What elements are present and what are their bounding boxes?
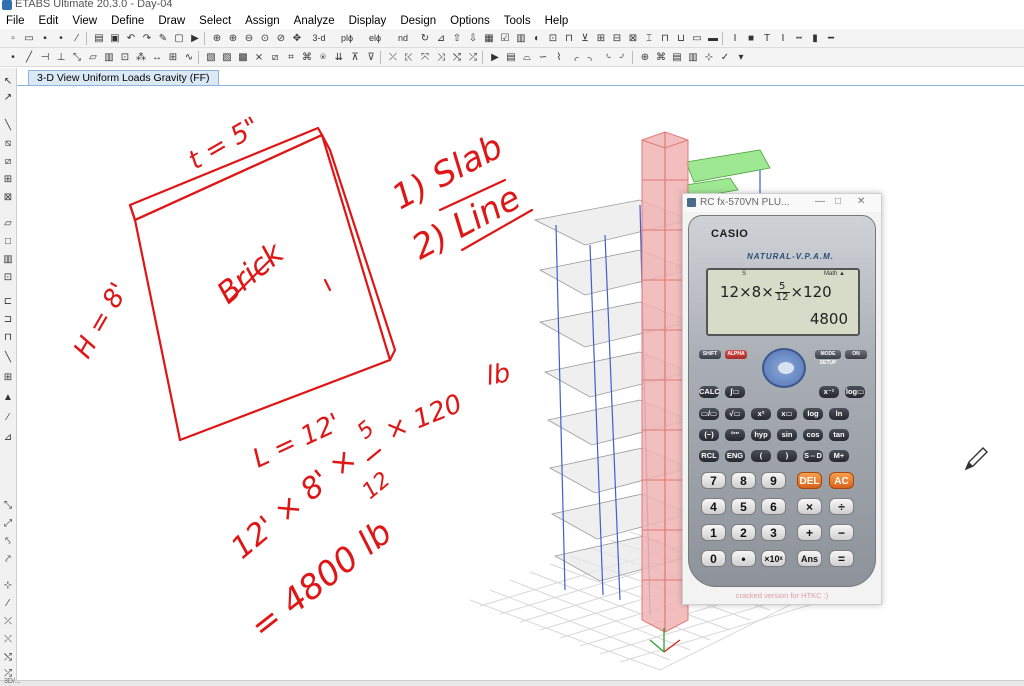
digit-4-key[interactable]: 4 xyxy=(701,498,726,515)
expression-suffix: ×120 xyxy=(790,283,832,301)
minus-key[interactable]: − xyxy=(829,524,854,541)
ln-key[interactable]: ln xyxy=(829,408,849,420)
equals-key[interactable]: = xyxy=(829,550,854,567)
brick-note: Brick xyxy=(211,235,292,311)
integral-key[interactable]: ∫▭ xyxy=(725,386,745,398)
recall-key[interactable]: RCL xyxy=(699,450,719,462)
delete-key[interactable]: DEL xyxy=(797,472,822,489)
tan-key[interactable]: tan xyxy=(829,429,849,441)
etabs-window: { "window": { "title": "ETABS Ultimate 2… xyxy=(0,0,1024,686)
fraction-denominator: 12 xyxy=(775,292,789,303)
calculator-brand: CASIO xyxy=(711,228,749,240)
close-icon[interactable]: ✕ xyxy=(857,196,865,207)
digit-7-key[interactable]: 7 xyxy=(701,472,726,489)
divide-key[interactable]: ÷ xyxy=(829,498,854,515)
multiply-key[interactable]: × xyxy=(797,498,822,515)
digit-3-key[interactable]: 3 xyxy=(761,524,786,541)
calculator-footer: cracked version for HTKC :) xyxy=(735,591,829,600)
math-indicator: Math ▲ xyxy=(824,271,845,277)
all-clear-key[interactable]: AC xyxy=(829,472,854,489)
s-to-d-key[interactable]: S⇔D xyxy=(803,450,823,462)
replay-center[interactable] xyxy=(778,362,794,374)
digit-5-key[interactable]: 5 xyxy=(731,498,756,515)
exponent-key[interactable]: ×10ˣ xyxy=(761,550,786,567)
minimize-icon[interactable]: — xyxy=(815,196,825,207)
status-bar: 3D/... xyxy=(0,678,1024,686)
green-slab-patches xyxy=(685,149,771,199)
inverse-key[interactable]: x⁻¹ xyxy=(819,386,839,398)
cos-key[interactable]: cos xyxy=(803,429,823,441)
digit-9-key[interactable]: 9 xyxy=(761,472,786,489)
calc-key[interactable]: CALC xyxy=(699,386,720,398)
shift-key[interactable]: SHIFT xyxy=(699,350,721,359)
sin-key[interactable]: sin xyxy=(777,429,797,441)
maximize-icon[interactable]: □ xyxy=(835,196,841,207)
calculator-body: CASIO NATURAL-V.P.A.M. S Math ▲ 12×8× 5 12… xyxy=(688,215,876,587)
digit-2-key[interactable]: 2 xyxy=(731,524,756,541)
log-base-key[interactable]: log▭ xyxy=(845,386,865,398)
sqrt-key[interactable]: √▭ xyxy=(725,408,745,420)
shift-indicator: S xyxy=(742,271,747,277)
digit-6-key[interactable]: 6 xyxy=(761,498,786,515)
mode-key[interactable]: MODE SETUP xyxy=(815,350,841,366)
calculator-window[interactable]: RC fx-570VN PLU... — □ ✕ CASIO NATURAL-V… xyxy=(682,193,882,605)
plus-key[interactable]: + xyxy=(797,524,822,541)
decimal-key[interactable]: • xyxy=(731,550,756,567)
status-text: 3D/... xyxy=(4,678,21,685)
digit-8-key[interactable]: 8 xyxy=(731,472,756,489)
display-result: 4800 xyxy=(809,310,848,328)
expression-prefix: 12×8× xyxy=(720,283,774,301)
close-paren-key[interactable]: ) xyxy=(777,450,797,462)
calculator-title: RC fx-570VN PLU... xyxy=(700,197,790,208)
fraction-key[interactable]: ▭/▭ xyxy=(699,408,719,420)
log-key[interactable]: log xyxy=(803,408,823,420)
handwritten-notes: t = 5" H = 8' Brick L = 12' 1) Slab 2) L… xyxy=(68,112,527,648)
lb-unit-note: lb xyxy=(484,358,513,392)
display-expression: 12×8× 5 12 ×120 xyxy=(720,282,832,303)
power-key[interactable]: x▭ xyxy=(777,408,797,420)
times-120-note: × 120 xyxy=(381,389,466,447)
m-plus-key[interactable]: M+ xyxy=(829,450,849,462)
digit-1-key[interactable]: 1 xyxy=(701,524,726,541)
open-paren-key[interactable]: ( xyxy=(751,450,771,462)
negative-key[interactable]: (−) xyxy=(699,429,719,441)
alpha-key[interactable]: ALPHA xyxy=(725,350,747,359)
calculator-titlebar[interactable]: RC fx-570VN PLU... — □ ✕ xyxy=(683,194,881,212)
square-key[interactable]: x² xyxy=(751,408,771,420)
replay-dpad[interactable] xyxy=(762,348,806,388)
expression-fraction: 5 12 xyxy=(774,282,790,303)
on-key[interactable]: ON xyxy=(845,350,867,359)
height-note: H = 8' xyxy=(68,278,135,364)
eng-key[interactable]: ENG xyxy=(725,450,745,462)
fraction-numerator-note: 5 xyxy=(353,416,380,444)
hyp-key[interactable]: hyp xyxy=(751,429,771,441)
digit-0-key[interactable]: 0 xyxy=(701,550,726,567)
calculator-app-icon xyxy=(687,198,696,207)
dms-key[interactable]: °'" xyxy=(725,429,745,441)
calculator-model: NATURAL-V.P.A.M. xyxy=(747,252,834,261)
pencil-cursor-icon xyxy=(964,447,988,471)
answer-key[interactable]: Ans xyxy=(797,550,822,567)
calculator-display: S Math ▲ 12×8× 5 12 ×120 4800 xyxy=(706,268,860,336)
fraction-denominator-note: 12 xyxy=(358,467,396,504)
